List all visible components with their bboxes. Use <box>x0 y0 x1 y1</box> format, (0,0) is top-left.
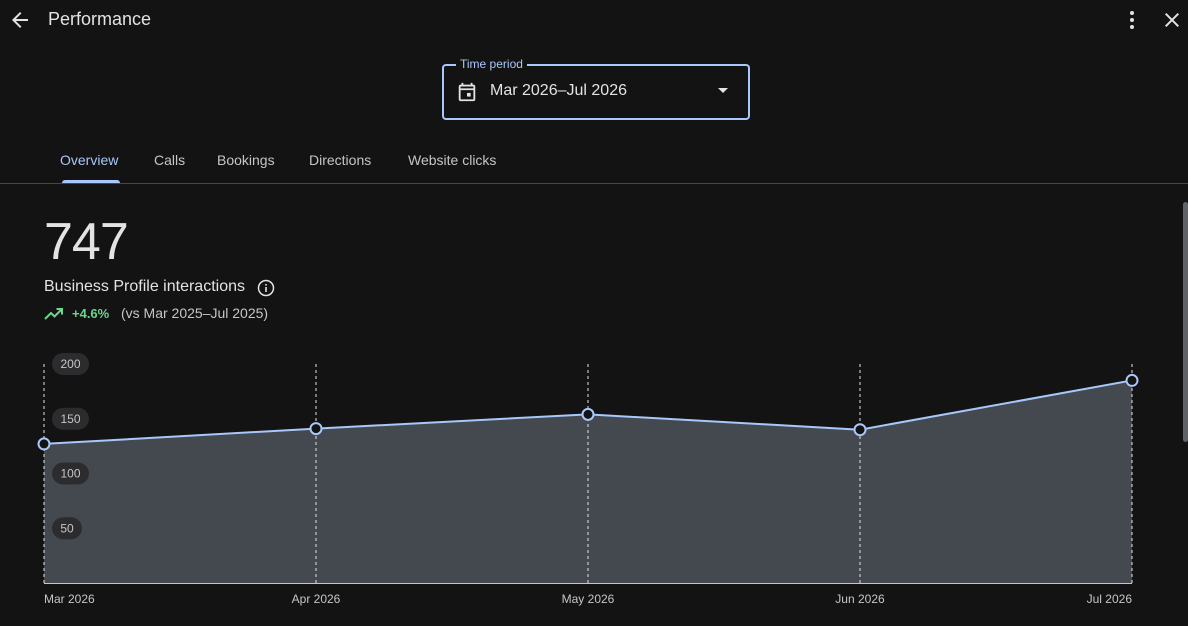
x-tick-label-3: Jun 2026 <box>835 592 885 606</box>
y-tick-label-150: 150 <box>60 412 80 426</box>
chart-point-4 <box>1125 373 1139 387</box>
x-tick-label-0: Mar 2026 <box>44 592 95 606</box>
change-percent: +4.6% <box>72 306 110 321</box>
y-tick-label-50: 50 <box>60 521 74 535</box>
page-title: Performance <box>48 9 152 29</box>
tab-directions[interactable]: Directions <box>309 152 371 168</box>
y-tick-label-200: 200 <box>60 357 80 371</box>
tab-overview[interactable]: Overview <box>60 152 118 168</box>
chart-point-2 <box>581 407 595 421</box>
info-icon[interactable] <box>256 278 276 298</box>
x-tick-label-1: Apr 2026 <box>292 592 341 606</box>
x-tick-label-2: May 2026 <box>562 592 615 606</box>
close-icon[interactable] <box>1160 8 1184 32</box>
time-period-select[interactable]: Time period Mar 2026–Jul 2026 <box>442 57 750 120</box>
tab-bar: Overview Calls Bookings Directions Websi… <box>0 140 1188 184</box>
calendar-icon <box>458 82 476 102</box>
header: Performance <box>0 0 1188 40</box>
chart-point-1 <box>309 422 323 436</box>
tab-bookings[interactable]: Bookings <box>217 152 275 168</box>
tab-website-clicks[interactable]: Website clicks <box>408 152 496 168</box>
arrow-left-icon[interactable] <box>8 8 32 32</box>
interactions-total: 747 <box>44 213 129 271</box>
chart-point-0 <box>37 437 51 451</box>
comparison-period: (vs Mar 2025–Jul 2025) <box>121 305 269 321</box>
more-vert-icon[interactable] <box>1120 8 1144 32</box>
time-period-label: Time period <box>456 57 527 71</box>
performance-panel: Performance Time period Mar 2026–Jul 202… <box>0 0 1188 626</box>
time-period-value: Mar 2026–Jul 2026 <box>490 82 627 99</box>
chart-point-3 <box>853 423 867 437</box>
y-tick-label-100: 100 <box>60 467 80 481</box>
caret-down-icon <box>718 88 728 93</box>
interactions-label: Business Profile interactions <box>44 278 245 295</box>
trending-up-icon <box>44 308 63 320</box>
tab-calls[interactable]: Calls <box>154 152 185 168</box>
interactions-chart: 50 100 150 200 Mar 2026 Apr 2026 May 2026 Jun 2… <box>37 353 1139 606</box>
active-tab-indicator <box>62 180 120 183</box>
x-tick-label-4: Jul 2026 <box>1087 592 1133 606</box>
